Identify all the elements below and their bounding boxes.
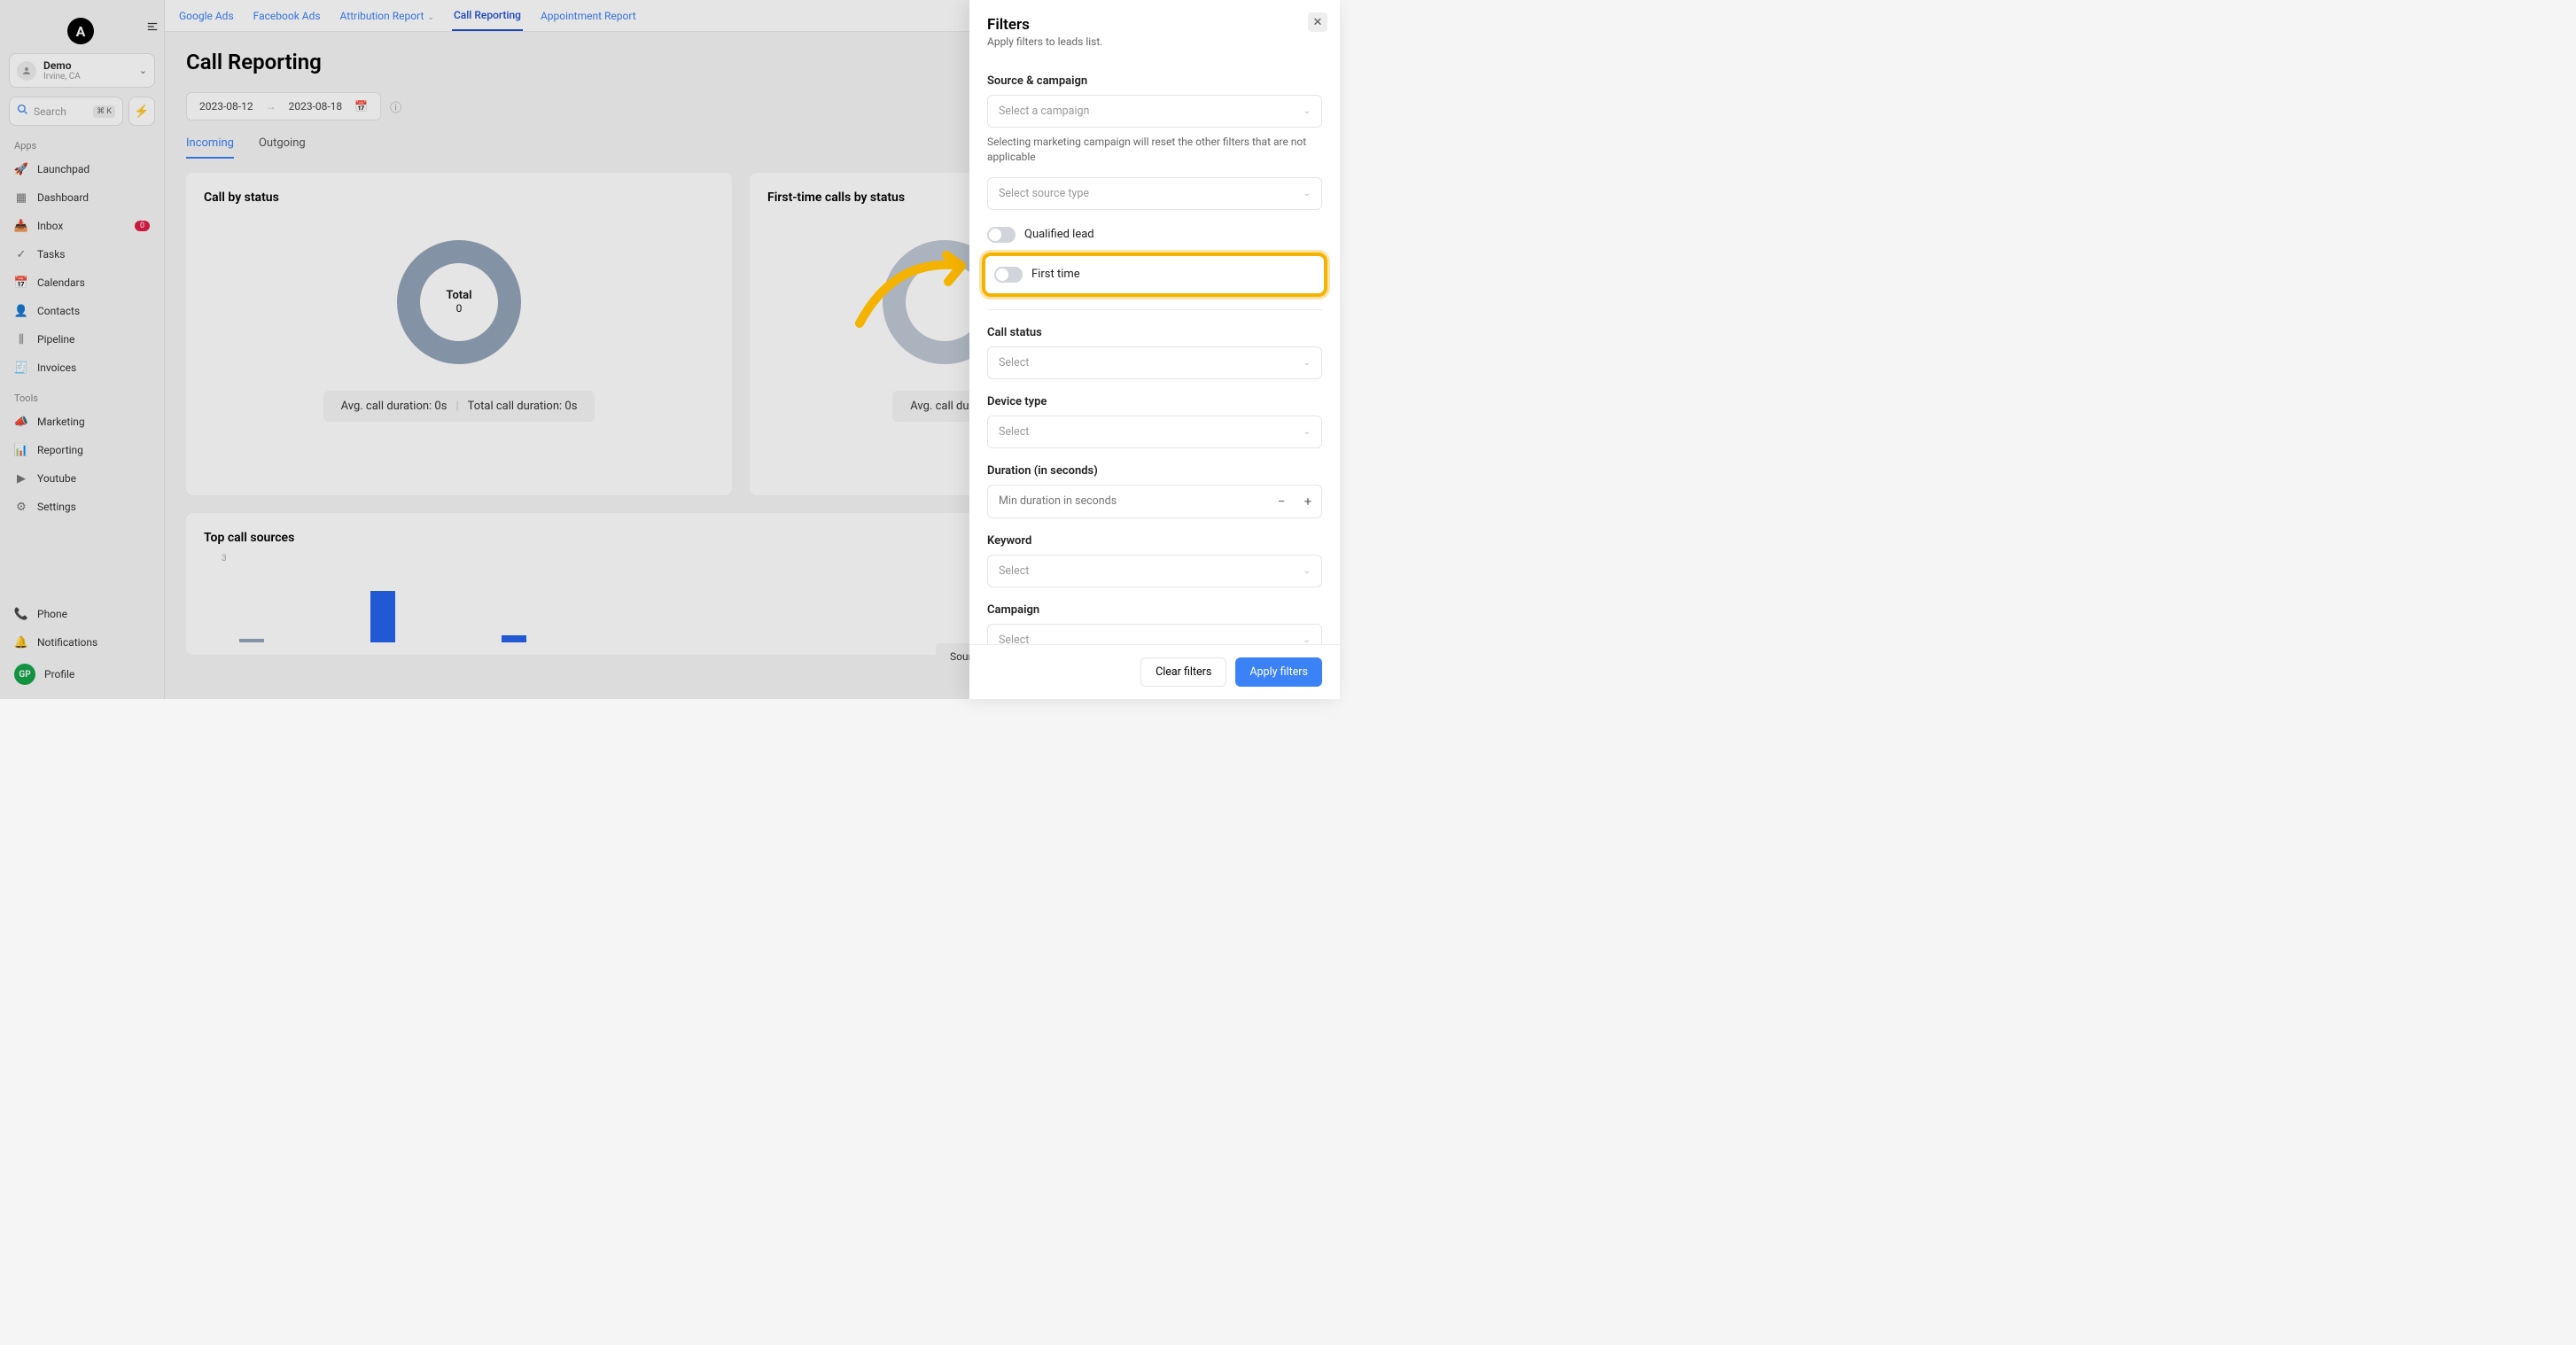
clear-filters-button[interactable]: Clear filters <box>1140 657 1226 687</box>
select-placeholder: Select source type <box>999 187 1089 200</box>
chevron-down-icon: ⌄ <box>1304 358 1311 368</box>
duration-field[interactable] <box>988 486 1268 517</box>
campaign-help-text: Selecting marketing campaign will reset … <box>987 135 1322 165</box>
toggle-switch[interactable] <box>994 267 1023 283</box>
filters-subtitle: Apply filters to leads list. <box>987 35 1322 48</box>
duration-input[interactable]: − + <box>987 485 1322 518</box>
increment-button[interactable]: + <box>1295 486 1321 517</box>
toggle-label: Qualified lead <box>1024 228 1094 241</box>
select-campaign[interactable]: Select a campaign ⌄ <box>987 95 1322 128</box>
campaign-label: Campaign <box>987 603 1322 617</box>
select-placeholder: Select <box>999 425 1029 439</box>
chevron-down-icon: ⌄ <box>1304 106 1311 116</box>
select-source-type[interactable]: Select source type ⌄ <box>987 177 1322 210</box>
call-status-label: Call status <box>987 326 1322 339</box>
plus-icon: + <box>1304 494 1312 509</box>
toggle-label: First time <box>1031 268 1080 281</box>
chevron-down-icon: ⌄ <box>1304 189 1311 198</box>
close-icon: ✕ <box>1313 16 1323 29</box>
select-keyword[interactable]: Select ⌄ <box>987 555 1322 587</box>
close-button[interactable]: ✕ <box>1308 12 1327 32</box>
toggle-switch[interactable] <box>987 227 1016 243</box>
select-call-status[interactable]: Select ⌄ <box>987 346 1322 379</box>
filters-title: Filters <box>987 16 1322 34</box>
minus-icon: − <box>1278 494 1286 509</box>
keyword-label: Keyword <box>987 534 1322 548</box>
decrement-button[interactable]: − <box>1268 486 1295 517</box>
select-placeholder: Select <box>999 634 1029 644</box>
chevron-down-icon: ⌄ <box>1304 635 1311 644</box>
highlight-first-time: First time <box>982 253 1327 297</box>
device-type-label: Device type <box>987 395 1322 408</box>
toggle-first-time[interactable]: First time <box>994 262 1315 287</box>
select-placeholder: Select <box>999 564 1029 578</box>
apply-filters-button[interactable]: Apply filters <box>1235 657 1322 687</box>
duration-label: Duration (in seconds) <box>987 464 1322 478</box>
toggle-qualified-lead[interactable]: Qualified lead <box>987 222 1322 247</box>
filters-panel: ✕ Filters Apply filters to leads list. S… <box>969 0 1340 699</box>
chevron-down-icon: ⌄ <box>1304 427 1311 437</box>
source-campaign-label: Source & campaign <box>987 74 1322 88</box>
select-placeholder: Select a campaign <box>999 105 1089 118</box>
select-campaign-filter[interactable]: Select ⌄ <box>987 624 1322 644</box>
select-device-type[interactable]: Select ⌄ <box>987 416 1322 448</box>
select-placeholder: Select <box>999 356 1029 369</box>
chevron-down-icon: ⌄ <box>1304 566 1311 576</box>
